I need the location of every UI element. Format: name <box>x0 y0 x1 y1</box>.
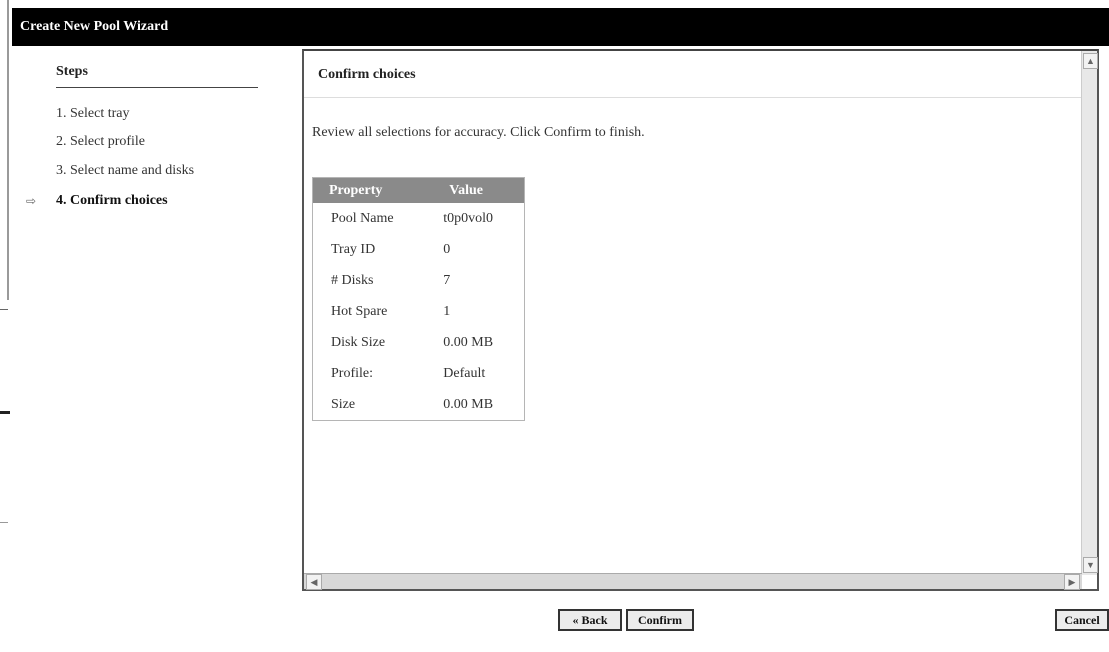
window-title: Create New Pool Wizard <box>12 8 1109 46</box>
step-select-profile[interactable]: 2. Select profile <box>56 134 145 150</box>
property-cell: Profile: <box>331 365 373 381</box>
steps-divider <box>56 87 258 88</box>
value-cell: 0 <box>443 241 451 257</box>
value-cell: 7 <box>443 272 451 288</box>
edge-tick <box>0 411 10 414</box>
back-button-label: Back <box>581 612 608 627</box>
header-divider <box>304 97 1082 98</box>
content-panel: Confirm choices Review all selections fo… <box>302 49 1099 591</box>
background-window-scrollbar <box>7 0 9 300</box>
column-header-property: Property <box>312 177 434 203</box>
scroll-down-icon[interactable]: ▼ <box>1083 557 1098 573</box>
edge-tick <box>0 522 8 523</box>
cancel-button[interactable]: Cancel <box>1055 609 1109 631</box>
scroll-right-icon[interactable]: ▶ <box>1064 574 1080 590</box>
scroll-up-icon[interactable]: ▲ <box>1083 53 1098 69</box>
property-cell: # Disks <box>331 272 374 288</box>
table-row: Size 0.00 MB <box>313 389 525 421</box>
property-cell: Hot Spare <box>331 303 388 319</box>
value-cell: 1 <box>443 303 451 319</box>
table-row: Hot Spare 1 <box>313 296 525 327</box>
table-row: Pool Name t0p0vol0 <box>313 203 525 234</box>
value-cell: t0p0vol0 <box>443 210 494 226</box>
scroll-left-icon[interactable]: ◀ <box>306 574 322 590</box>
property-cell: Disk Size <box>331 334 386 350</box>
value-cell: Default <box>443 365 486 381</box>
instructions-text: Review all selections for accuracy. Clic… <box>312 125 645 140</box>
wizard-footer: « Back Confirm Cancel <box>302 595 1109 645</box>
steps-title: Steps <box>56 64 88 79</box>
wizard-window: Create New Pool Wizard Steps 1. Select t… <box>12 8 1109 648</box>
current-step-arrow-icon: ⇨ <box>26 194 37 208</box>
chevron-left-icon: « <box>572 612 579 627</box>
table-header-row: Property Value <box>312 177 525 203</box>
properties-table: Property Value Pool Name t0p0vol0 Tray I… <box>312 177 525 421</box>
table-row: Disk Size 0.00 MB <box>313 327 525 358</box>
step-select-name-and-disks[interactable]: 3. Select name and disks <box>56 163 194 179</box>
back-button[interactable]: « Back <box>558 609 622 631</box>
table-row: # Disks 7 <box>313 265 525 296</box>
property-cell: Pool Name <box>331 210 394 226</box>
edge-tick <box>0 309 8 310</box>
step-select-tray[interactable]: 1. Select tray <box>56 106 129 122</box>
confirm-button[interactable]: Confirm <box>626 609 694 631</box>
table-row: Profile: Default <box>313 358 525 389</box>
column-header-value: Value <box>433 177 525 203</box>
value-cell: 0.00 MB <box>443 334 494 350</box>
vertical-scrollbar[interactable]: ▲ ▼ <box>1081 51 1098 575</box>
value-cell: 0.00 MB <box>443 396 494 412</box>
step-confirm-choices: 4. Confirm choices <box>56 193 168 208</box>
content-header: Confirm choices <box>318 67 416 82</box>
steps-panel: Steps 1. Select tray 2. Select profile 3… <box>12 46 302 648</box>
property-cell: Tray ID <box>331 241 376 257</box>
horizontal-scrollbar[interactable]: ◀ ▶ <box>304 573 1082 590</box>
background-window-edge <box>0 0 12 652</box>
property-cell: Size <box>331 396 356 412</box>
table-row: Tray ID 0 <box>313 234 525 265</box>
